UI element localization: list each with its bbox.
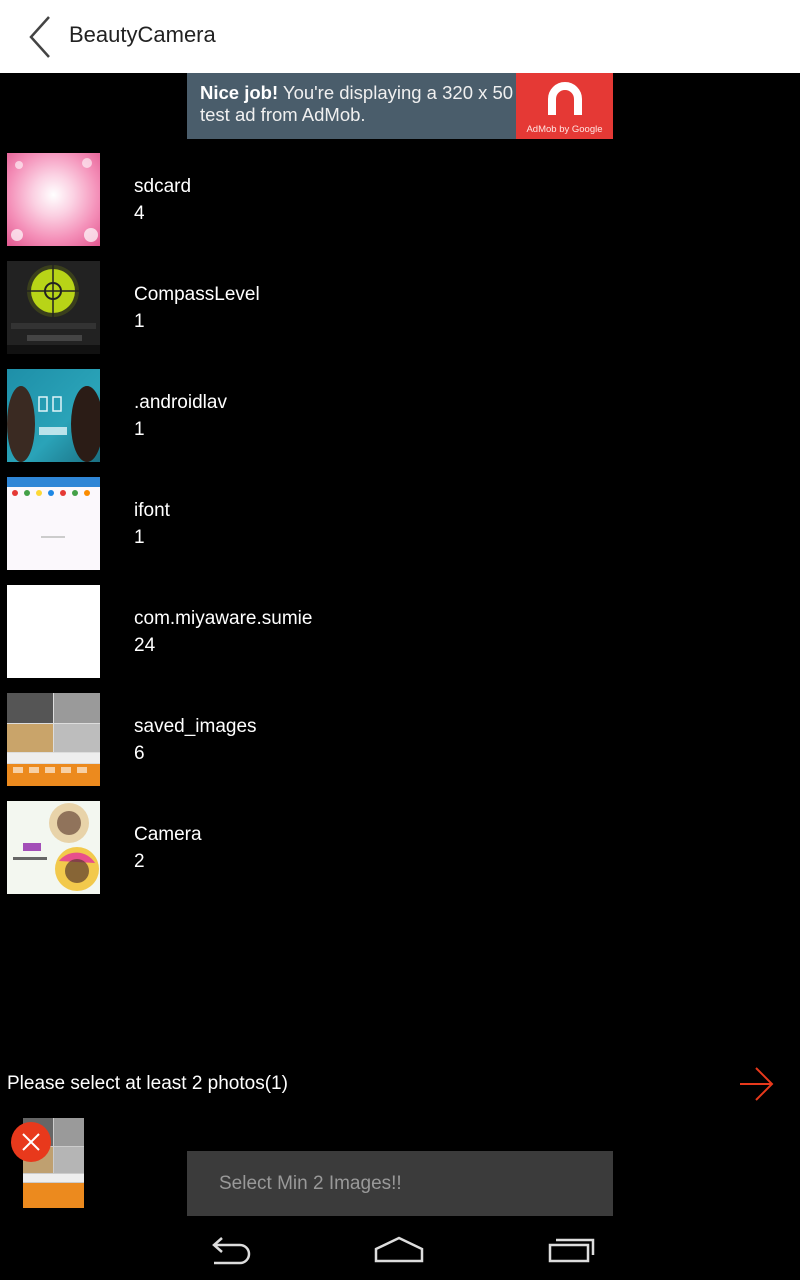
- folder-item[interactable]: Camera 2: [0, 801, 800, 894]
- folder-thumbnail: [7, 801, 100, 894]
- nav-home-icon: [374, 1236, 424, 1263]
- folder-name: Camera: [134, 824, 202, 845]
- ad-text: Nice job! You're displaying a 320 x 50 t…: [200, 82, 515, 126]
- nav-back-icon: [212, 1237, 251, 1265]
- folder-item[interactable]: saved_images 6: [0, 693, 800, 786]
- app-title: BeautyCamera: [69, 22, 216, 47]
- next-button[interactable]: [736, 1064, 776, 1104]
- folder-item[interactable]: sdcard 4: [0, 153, 800, 246]
- folder-count: 1: [134, 419, 145, 440]
- folder-count: 6: [134, 743, 145, 764]
- nav-home-button[interactable]: [364, 1228, 434, 1272]
- folder-name: sdcard: [134, 176, 192, 197]
- folder-name: .androidlav: [134, 392, 227, 413]
- admob-icon: [548, 82, 582, 115]
- folder-item[interactable]: CompassLevel 1: [0, 261, 800, 354]
- folder-name: ifont: [134, 500, 170, 521]
- folder-count: 24: [134, 635, 156, 656]
- folder-item[interactable]: .androidlav 1: [0, 369, 800, 462]
- remove-photo-button[interactable]: [11, 1122, 51, 1162]
- selection-message: Please select at least 2 photos(1): [7, 1073, 288, 1094]
- toast-text: Select Min 2 Images!!: [219, 1173, 402, 1194]
- chevron-left-icon: [29, 16, 50, 58]
- ad-bold-text: Nice job!: [200, 82, 279, 103]
- folder-count: 1: [134, 311, 145, 332]
- ad-logo-text: AdMob by Google: [526, 124, 603, 135]
- folder-count: 1: [134, 527, 145, 548]
- ad-banner[interactable]: Nice job! You're displaying a 320 x 50 t…: [187, 73, 613, 139]
- close-icon: [22, 1133, 40, 1151]
- folder-count: 2: [134, 851, 145, 872]
- nav-recents-icon: [548, 1238, 595, 1263]
- folder-thumbnail: [7, 369, 100, 462]
- toast-message: Select Min 2 Images!!: [187, 1151, 613, 1216]
- folder-name: CompassLevel: [134, 284, 260, 305]
- arrow-right-icon: [740, 1067, 774, 1101]
- folder-thumbnail: [7, 153, 100, 246]
- folder-thumbnail: [7, 261, 100, 354]
- folder-name: saved_images: [134, 716, 257, 737]
- folder-thumbnail: [7, 477, 100, 570]
- folder-item[interactable]: com.miyaware.sumie 24: [0, 585, 800, 678]
- nav-recents-button[interactable]: [536, 1228, 606, 1272]
- app-bar: BeautyCamera: [0, 0, 800, 73]
- folder-item[interactable]: ifont 1: [0, 477, 800, 570]
- admob-logo: AdMob by Google: [516, 73, 613, 139]
- system-nav-bar: [0, 1218, 800, 1280]
- folder-name: com.miyaware.sumie: [134, 608, 313, 629]
- back-button[interactable]: [18, 12, 62, 62]
- nav-back-button[interactable]: [194, 1228, 264, 1272]
- folder-thumbnail: [7, 693, 100, 786]
- folder-count: 4: [134, 203, 145, 224]
- folder-thumbnail: [7, 585, 100, 678]
